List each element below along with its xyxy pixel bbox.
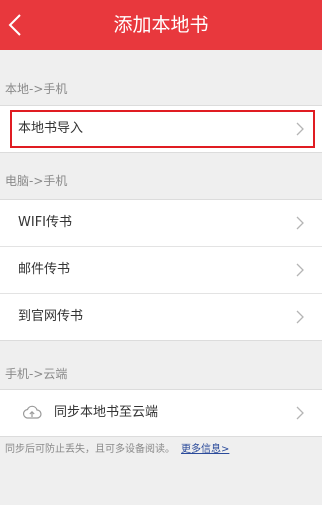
more-info-link[interactable]: 更多信息>	[181, 444, 229, 455]
website-transfer-row[interactable]: 到官网传书	[0, 294, 322, 340]
cloud-sync-row[interactable]: 同步本地书至云端	[0, 390, 322, 436]
cloud-upload-icon	[22, 405, 42, 419]
pc-transfer-group: WIFI传书 邮件传书 到官网传书	[0, 199, 322, 341]
top-bar: 添加本地书	[0, 0, 322, 50]
cloud-sync-label: 同步本地书至云端	[54, 405, 159, 420]
wifi-transfer-label: WIFI传书	[18, 215, 72, 230]
chevron-right-icon	[296, 406, 304, 420]
email-transfer-row[interactable]: 邮件传书	[0, 247, 322, 294]
page-title: 添加本地书	[113, 14, 209, 36]
section-label-cloud: 手机->云端	[5, 367, 68, 381]
sync-footnote: 同步后可防止丢失，且可多设备阅读。 更多信息>	[5, 440, 229, 455]
email-transfer-label: 邮件传书	[18, 262, 71, 277]
section-label-pc: 电脑->手机	[5, 174, 68, 188]
wifi-transfer-row[interactable]: WIFI传书	[0, 200, 322, 247]
footnote-text: 同步后可防止丢失，且可多设备阅读。	[5, 444, 175, 455]
chevron-right-icon	[296, 310, 304, 324]
highlight-box	[10, 110, 315, 148]
chevron-right-icon	[296, 263, 304, 277]
website-transfer-label: 到官网传书	[18, 309, 84, 324]
section-label-local: 本地->手机	[5, 82, 68, 96]
cloud-sync-group: 同步本地书至云端	[0, 389, 322, 437]
chevron-right-icon	[296, 216, 304, 230]
